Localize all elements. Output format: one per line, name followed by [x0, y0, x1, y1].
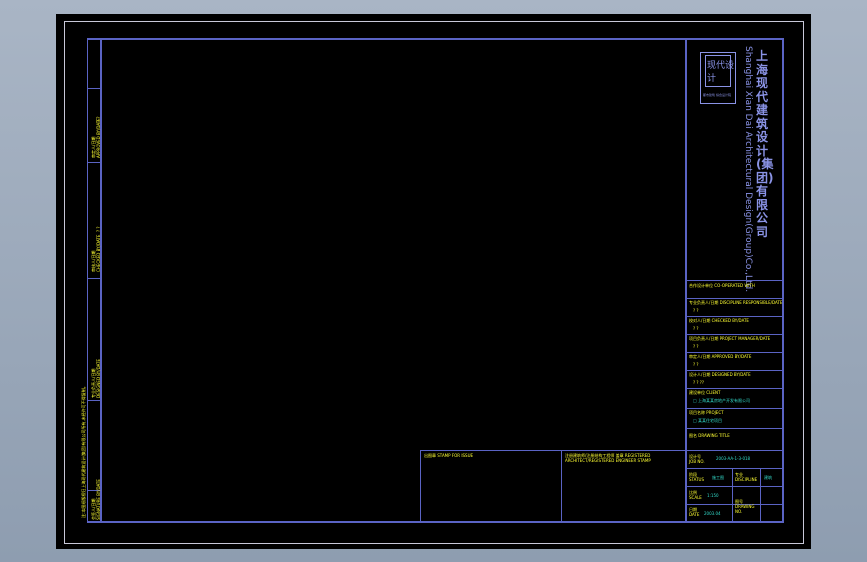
- checked-by-value: ? ?: [693, 326, 699, 331]
- drawing-no-label: 图号 DRAWING NO.: [735, 499, 755, 514]
- status-label: 阶段 STATUS: [689, 472, 705, 482]
- drawing-title-label: 图名 DRAWING TITLE: [689, 433, 730, 438]
- outer-border-bottom: [64, 543, 804, 544]
- left-reviewer-value: ? ?: [96, 226, 101, 232]
- project-value: □ 某某住宅项目: [693, 418, 723, 423]
- outer-border-left: [64, 21, 65, 544]
- designed-by-value: ? ? ??: [693, 380, 705, 385]
- frame-top: [87, 38, 784, 40]
- outer-border-right: [803, 21, 804, 544]
- left-designer-en: DESIGNED BY/DATE: [96, 358, 101, 398]
- discipline-value: 建筑: [764, 475, 772, 480]
- firm-logo: 现代设计 都市建筑 综合设计院: [700, 52, 736, 104]
- project-label: 项目名称 PROJECT: [689, 410, 724, 415]
- scale-label: 比例 SCALE: [689, 490, 702, 500]
- discipline-label: 专业 DISCIPLINE: [735, 472, 758, 482]
- date-label: 日期 DATE: [689, 507, 700, 517]
- discipline-resp-label: 专业负责人/日期 DISCIPLINE RESPONSIBLE/DATE: [689, 300, 783, 305]
- designed-by-label: 设计人/日期 DESIGNED BY/DATE: [689, 372, 751, 377]
- project-manager-value: ? ?: [693, 344, 699, 349]
- scale-value: 1:150: [707, 493, 719, 498]
- left-copyright-note: 注:本图纸版权归上海现代建筑设计(集团)有限公司所有,未经许可不得复制。: [81, 384, 86, 518]
- left-approver-en: APPROVED BY/DATE: [96, 118, 101, 158]
- frame-bottom: [87, 521, 784, 523]
- status-value: 施工图: [712, 475, 724, 480]
- approved-by-value: ? ?: [693, 362, 699, 367]
- frame-left-inner: [100, 38, 102, 523]
- logo-subtitle: 都市建筑 综合设计院: [703, 93, 731, 97]
- logo-mark-glyphs: 现代设计: [707, 61, 735, 84]
- left-signature-en: SIGNATURE BY/DATE: [96, 479, 101, 520]
- approved-by-label: 审定人/日期 APPROVED BY/DATE: [689, 354, 752, 359]
- job-no-value: 2003-AA-1-3-018: [716, 456, 751, 461]
- project-manager-label: 项目负责人/日期 PROJECT MANAGER/DATE: [689, 336, 771, 341]
- firm-name-en: Shanghai Xian Dai Architectural Design(G…: [743, 46, 753, 293]
- coop-label: 合作设计单位 CO-OPERATED WITH: [689, 283, 755, 288]
- date-value: 2003.04: [704, 511, 721, 516]
- firm-name-cn: 上海现代建筑设计(集团)有限公司: [756, 49, 774, 239]
- frame-left-outer: [87, 38, 88, 523]
- stamp-for-issue-label: 出图章 STAMP FOR ISSUE: [424, 453, 474, 458]
- left-approver-value: ? ?: [96, 116, 101, 122]
- job-no-label: 设计号 JOB NO.: [689, 454, 705, 464]
- checked-by-label: 校对人/日期 CHECKED BY/DATE: [689, 318, 749, 323]
- left-reviewer-en: CHECKED BY/DATE: [96, 234, 101, 272]
- discipline-resp-value: ? ?: [693, 308, 699, 313]
- client-value: □ 上海某某房地产开发有限公司: [693, 398, 751, 403]
- registered-stamp-label: 注册建筑师/注册结构工程师 盖章 REGISTERED ARCHITECT/RE…: [565, 453, 651, 463]
- outer-border-top: [64, 21, 804, 22]
- client-label: 建设单位 CLIENT: [689, 390, 721, 395]
